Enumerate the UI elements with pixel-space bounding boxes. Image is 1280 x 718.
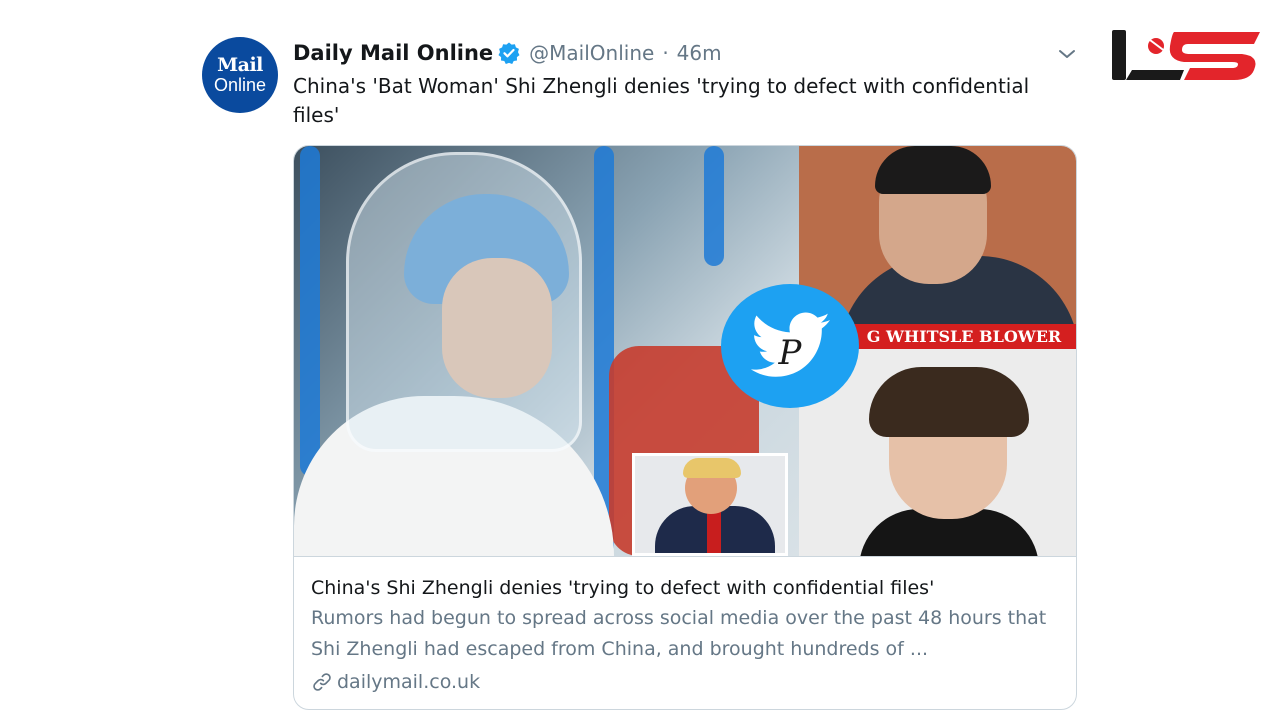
avatar-line1: Mail <box>217 53 263 76</box>
card-domain-text: dailymail.co.uk <box>337 671 481 693</box>
image-banner: G WHITSLE BLOWER <box>850 324 1076 349</box>
tweet-text: China's 'Bat Woman' Shi Zhengli denies '… <box>293 74 1030 127</box>
card-image[interactable]: G WHITSLE BLOWER P <box>294 146 1076 556</box>
card-domain: dailymail.co.uk <box>311 665 1062 699</box>
twitter-bird-icon: P <box>721 284 859 408</box>
link-icon <box>313 673 331 691</box>
tweet-header: Daily Mail Online @MailOnline · 46m <box>293 38 722 68</box>
card-body[interactable]: China's Shi Zhengli denies 'trying to de… <box>294 556 1076 709</box>
verified-badge-icon <box>497 41 521 65</box>
inset-photo <box>632 453 788 556</box>
card-description: Rumors had begun to spread across social… <box>311 607 1047 660</box>
tweet-time[interactable]: 46m <box>677 41 722 65</box>
separator-dot: · <box>662 41 669 65</box>
brand-logo <box>1110 24 1262 86</box>
watermark-letter: P <box>778 333 803 373</box>
card-title: China's Shi Zhengli denies 'trying to de… <box>311 577 935 599</box>
chevron-down-icon[interactable] <box>1055 42 1079 66</box>
avatar-line2: Online <box>213 74 267 95</box>
link-card[interactable]: G WHITSLE BLOWER P China's Shi Zhengli d… <box>293 145 1077 710</box>
avatar[interactable]: Mail Online <box>202 37 278 113</box>
author-handle[interactable]: @MailOnline <box>529 41 654 65</box>
author-name[interactable]: Daily Mail Online <box>293 41 493 65</box>
